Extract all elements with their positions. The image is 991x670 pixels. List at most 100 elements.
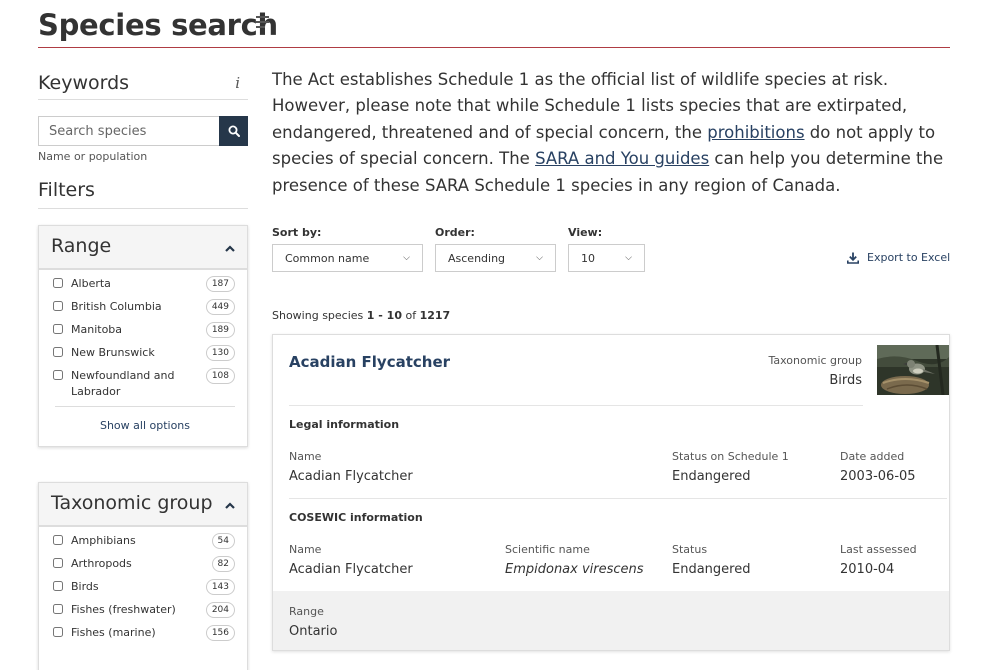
facet-label: Fishes (freshwater) bbox=[71, 603, 176, 616]
chevron-up-icon bbox=[225, 245, 235, 252]
count-badge: 108 bbox=[205, 368, 235, 384]
intro-paragraph: The Act establishes Schedule 1 as the of… bbox=[272, 67, 952, 199]
range-item-new-brunswick[interactable]: New Brunswick 130 bbox=[53, 345, 235, 368]
species-thumbnail[interactable] bbox=[877, 345, 949, 395]
count-badge: 143 bbox=[205, 579, 235, 595]
checkbox[interactable] bbox=[53, 535, 63, 545]
sort-value: Common name bbox=[285, 251, 370, 265]
taxo-item-birds[interactable]: Birds 143 bbox=[53, 579, 235, 602]
checkbox[interactable] bbox=[53, 370, 63, 380]
facet-label: Birds bbox=[71, 580, 99, 593]
showing-prefix: Showing species bbox=[272, 309, 367, 322]
taxo-item-fishes-marine[interactable]: Fishes (marine) 156 bbox=[53, 625, 235, 648]
page-header: Species search bbox=[38, 6, 950, 48]
cosewic-name-value: Acadian Flycatcher bbox=[289, 562, 413, 577]
taxo-item-amphibians[interactable]: Amphibians 54 bbox=[53, 533, 235, 556]
schedule-status-value: Endangered bbox=[672, 469, 751, 484]
chevron-up-icon bbox=[225, 502, 235, 509]
chevron-down-icon: ⌵ bbox=[536, 253, 543, 263]
count-badge: 54 bbox=[211, 533, 235, 549]
sort-control: Sort by: Common name ⌵ bbox=[272, 226, 423, 272]
search-icon bbox=[228, 125, 240, 137]
order-label: Order: bbox=[435, 226, 475, 239]
results-total: 1217 bbox=[419, 309, 451, 322]
export-to-excel-button[interactable]: Export to Excel bbox=[847, 251, 950, 264]
search-hint: Name or population bbox=[38, 150, 148, 163]
taxo-item-arthropods[interactable]: Arthropods 82 bbox=[53, 556, 235, 579]
page-title: Species search bbox=[38, 8, 278, 42]
range-facet-header[interactable]: Range bbox=[39, 226, 247, 270]
facet-label: Newfoundland and Labrador bbox=[71, 369, 175, 398]
cosewic-information-title: COSEWIC information bbox=[289, 511, 423, 524]
sort-label: Sort by: bbox=[272, 226, 322, 239]
order-value: Ascending bbox=[448, 251, 506, 265]
cosewic-status-label: Status bbox=[672, 543, 708, 556]
species-card: Acadian Flycatcher Taxonomic group Birds… bbox=[272, 334, 950, 651]
legal-name-value: Acadian Flycatcher bbox=[289, 469, 413, 484]
count-badge: 187 bbox=[205, 276, 235, 292]
species-name-link[interactable]: Acadian Flycatcher bbox=[289, 353, 450, 371]
count-badge: 82 bbox=[211, 556, 235, 572]
count-badge: 204 bbox=[205, 602, 235, 618]
info-icon[interactable]: i bbox=[235, 74, 240, 92]
search-button[interactable] bbox=[219, 116, 248, 146]
range-facet: Range Alberta 187 British Columbia 449 M… bbox=[38, 225, 248, 447]
cosewic-status-value: Endangered bbox=[672, 562, 751, 577]
range-band: Range Ontario bbox=[273, 591, 949, 650]
date-added-value: 2003-06-05 bbox=[840, 469, 916, 484]
search-input[interactable] bbox=[38, 116, 219, 146]
legal-name-label: Name bbox=[289, 450, 322, 463]
range-list: Alberta 187 British Columbia 449 Manitob… bbox=[39, 270, 247, 400]
chevron-down-icon: ⌵ bbox=[625, 253, 632, 263]
date-added-label: Date added bbox=[840, 450, 905, 463]
menu-icon[interactable] bbox=[256, 16, 272, 30]
view-select[interactable]: 10 ⌵ bbox=[568, 244, 645, 272]
checkbox[interactable] bbox=[53, 581, 63, 591]
keywords-title: Keywords bbox=[38, 72, 130, 94]
count-badge: 130 bbox=[205, 345, 235, 361]
range-item-alberta[interactable]: Alberta 187 bbox=[53, 276, 235, 299]
view-label: View: bbox=[568, 226, 603, 239]
checkbox[interactable] bbox=[53, 604, 63, 614]
view-control: View: 10 ⌵ bbox=[568, 226, 645, 272]
view-value: 10 bbox=[581, 251, 595, 265]
taxonomic-group-label: Taxonomic group bbox=[768, 354, 862, 367]
taxo-item-fishes-freshwater[interactable]: Fishes (freshwater) 204 bbox=[53, 602, 235, 625]
checkbox[interactable] bbox=[53, 324, 63, 334]
last-assessed-value: 2010-04 bbox=[840, 562, 895, 577]
count-badge: 156 bbox=[205, 625, 235, 641]
prohibitions-link[interactable]: prohibitions bbox=[707, 123, 804, 142]
facet-label: Fishes (marine) bbox=[71, 626, 156, 639]
chevron-down-icon: ⌵ bbox=[403, 253, 410, 263]
checkbox[interactable] bbox=[53, 558, 63, 568]
schedule-status-label: Status on Schedule 1 bbox=[672, 450, 789, 463]
search-row bbox=[38, 116, 248, 146]
checkbox[interactable] bbox=[53, 347, 63, 357]
order-control: Order: Ascending ⌵ bbox=[435, 226, 556, 272]
sara-guides-link[interactable]: SARA and You guides bbox=[535, 149, 709, 168]
sort-select[interactable]: Common name ⌵ bbox=[272, 244, 423, 272]
export-label: Export to Excel bbox=[867, 251, 951, 264]
taxonomic-group-facet-header[interactable]: Taxonomic group bbox=[39, 483, 247, 527]
filters-header: Filters bbox=[38, 179, 248, 209]
count-badge: 449 bbox=[205, 299, 235, 315]
cosewic-name-label: Name bbox=[289, 543, 322, 556]
range-item-newfoundland[interactable]: Newfoundland and Labrador 108 bbox=[53, 368, 235, 400]
filters-title: Filters bbox=[38, 179, 95, 201]
range-item-manitoba[interactable]: Manitoba 189 bbox=[53, 322, 235, 345]
facet-label: Amphibians bbox=[71, 534, 136, 547]
checkbox[interactable] bbox=[53, 301, 63, 311]
order-select[interactable]: Ascending ⌵ bbox=[435, 244, 556, 272]
taxonomic-group-list: Amphibians 54 Arthropods 82 Birds 143 Fi… bbox=[39, 527, 247, 648]
show-all-options-link[interactable]: Show all options bbox=[55, 406, 235, 446]
checkbox[interactable] bbox=[53, 627, 63, 637]
scientific-name-value: Empidonax virescens bbox=[505, 562, 644, 577]
facet-label: New Brunswick bbox=[71, 346, 155, 359]
legal-information-title: Legal information bbox=[289, 418, 400, 431]
divider bbox=[289, 498, 947, 499]
keywords-header: Keywords i bbox=[38, 68, 248, 100]
taxonomic-group-facet: Taxonomic group Amphibians 54 Arthropods… bbox=[38, 482, 248, 670]
checkbox[interactable] bbox=[53, 278, 63, 288]
results-range: 1 - 10 bbox=[366, 309, 402, 322]
range-item-british-columbia[interactable]: British Columbia 449 bbox=[53, 299, 235, 322]
